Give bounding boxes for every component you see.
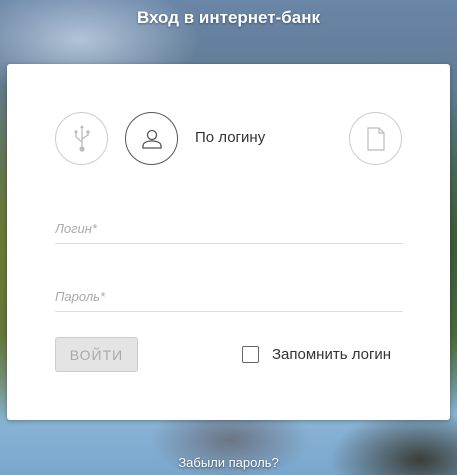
auth-method-usb[interactable]: [55, 112, 108, 165]
forgot-password-link[interactable]: Забыли пароль?: [0, 455, 457, 470]
remember-label[interactable]: Запомнить логин: [272, 346, 391, 363]
password-field: [55, 283, 403, 312]
usb-icon: [73, 124, 89, 152]
auth-method-login[interactable]: [125, 112, 178, 165]
login-card: По логину ВОЙТИ Запомнить логин: [7, 64, 450, 420]
auth-method-file[interactable]: [349, 112, 402, 165]
page-title: Вход в интернет-банк: [136, 8, 321, 27]
document-icon: [366, 126, 385, 151]
login-button[interactable]: ВОЙТИ: [55, 337, 138, 372]
auth-method-label: По логину: [195, 129, 266, 146]
login-field: [55, 215, 403, 244]
user-icon: [141, 129, 162, 149]
password-input[interactable]: [55, 283, 403, 309]
remember-checkbox[interactable]: [242, 346, 259, 363]
login-input[interactable]: [55, 215, 403, 241]
